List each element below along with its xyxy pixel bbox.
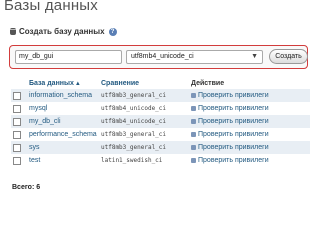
row-checkbox[interactable] bbox=[13, 130, 21, 139]
row-checkbox[interactable] bbox=[13, 156, 21, 165]
table-row: mysql utf8mb4_unicode_ci Проверить привиле… bbox=[11, 102, 310, 115]
privileges-icon bbox=[191, 118, 196, 124]
row-checkbox-cell bbox=[11, 141, 27, 154]
create-db-header: Создать базу данных ? bbox=[10, 27, 117, 36]
row-action[interactable]: Проверить привилеги bbox=[189, 154, 310, 167]
collation-text: utf8mb3_general_ci bbox=[101, 144, 167, 151]
collation-text: utf8mb4_unicode_ci bbox=[101, 105, 167, 112]
table-row: performance_schema utf8mb3_general_ci Пров… bbox=[11, 128, 310, 141]
db-name-link[interactable]: sys bbox=[29, 144, 40, 151]
db-name-link[interactable]: test bbox=[29, 157, 40, 164]
db-name-link[interactable]: my_db_cli bbox=[29, 118, 61, 125]
row-collation: utf8mb4_unicode_ci bbox=[99, 115, 189, 128]
column-header-name-label: База данных bbox=[29, 80, 74, 87]
row-db-name[interactable]: sys bbox=[27, 141, 99, 154]
select-column-header bbox=[11, 78, 27, 89]
row-collation: utf8mb3_general_ci bbox=[99, 128, 189, 141]
table-row: information_schema utf8mb3_general_ci Пров… bbox=[11, 89, 310, 102]
row-checkbox-cell bbox=[11, 115, 27, 128]
collation-text: utf8mb3_general_ci bbox=[101, 131, 167, 138]
row-action[interactable]: Проверить привилеги bbox=[189, 141, 310, 154]
privileges-icon bbox=[191, 105, 196, 111]
row-collation: utf8mb3_general_ci bbox=[99, 89, 189, 102]
total-count: Всего: 6 bbox=[12, 184, 41, 191]
collation-text: latin1_swedish_ci bbox=[101, 157, 163, 164]
row-db-name[interactable]: performance_schema bbox=[27, 128, 99, 141]
create-db-form: my_db_gui utf8mb4_unicode_ci ▼ Создать bbox=[9, 45, 308, 69]
sort-asc-icon: ▲ bbox=[74, 81, 81, 87]
row-db-name[interactable]: my_db_cli bbox=[27, 115, 99, 128]
table-header-row: База данных▲ Сравнение Действие bbox=[11, 78, 310, 89]
page-title: Базы данных bbox=[4, 0, 98, 14]
row-checkbox-cell bbox=[11, 154, 27, 167]
privileges-icon bbox=[191, 144, 196, 150]
db-name-link[interactable]: performance_schema bbox=[29, 131, 97, 138]
row-action[interactable]: Проверить привилеги bbox=[189, 115, 310, 128]
check-privileges-link[interactable]: Проверить привилеги bbox=[198, 118, 269, 125]
check-privileges-link[interactable]: Проверить привилеги bbox=[198, 92, 269, 99]
databases-page: Базы данных Создать базу данных ? my_db_… bbox=[0, 0, 320, 200]
row-db-name[interactable]: information_schema bbox=[27, 89, 99, 102]
table-row: test latin1_swedish_ci Проверить привилеги bbox=[11, 154, 310, 167]
privileges-icon bbox=[191, 92, 196, 98]
table-row: sys utf8mb3_general_ci Проверить привилеги bbox=[11, 141, 310, 154]
check-privileges-link[interactable]: Проверить привилеги bbox=[198, 144, 269, 151]
check-privileges-link[interactable]: Проверить привилеги bbox=[198, 105, 269, 112]
row-checkbox-cell bbox=[11, 89, 27, 102]
row-action[interactable]: Проверить привилеги bbox=[189, 89, 310, 102]
db-name-link[interactable]: information_schema bbox=[29, 92, 92, 99]
check-privileges-link[interactable]: Проверить привилеги bbox=[198, 157, 269, 164]
check-privileges-link[interactable]: Проверить привилеги bbox=[198, 131, 269, 138]
row-checkbox[interactable] bbox=[13, 91, 21, 100]
db-name-input[interactable]: my_db_gui bbox=[15, 50, 122, 64]
row-checkbox-cell bbox=[11, 128, 27, 141]
privileges-icon bbox=[191, 131, 196, 137]
database-icon bbox=[10, 28, 16, 35]
create-button[interactable]: Создать bbox=[269, 49, 308, 64]
row-checkbox[interactable] bbox=[13, 104, 21, 113]
row-db-name[interactable]: test bbox=[27, 154, 99, 167]
table-row: my_db_cli utf8mb4_unicode_ci Проверить при… bbox=[11, 115, 310, 128]
help-icon[interactable]: ? bbox=[108, 27, 117, 36]
privileges-icon bbox=[191, 157, 196, 163]
row-checkbox-cell bbox=[11, 102, 27, 115]
collation-text: utf8mb3_general_ci bbox=[101, 92, 167, 99]
collation-text: utf8mb4_unicode_ci bbox=[101, 118, 167, 125]
column-header-name[interactable]: База данных▲ bbox=[27, 78, 99, 89]
create-db-label: Создать базу данных bbox=[19, 27, 105, 36]
row-collation: latin1_swedish_ci bbox=[99, 154, 189, 167]
row-checkbox[interactable] bbox=[13, 143, 21, 152]
row-action[interactable]: Проверить привилеги bbox=[189, 102, 310, 115]
db-name-link[interactable]: mysql bbox=[29, 105, 47, 112]
row-checkbox[interactable] bbox=[13, 117, 21, 126]
row-collation: utf8mb4_unicode_ci bbox=[99, 102, 189, 115]
row-action[interactable]: Проверить привилеги bbox=[189, 128, 310, 141]
chevron-down-icon: ▼ bbox=[251, 53, 258, 60]
databases-table: База данных▲ Сравнение Действие informat… bbox=[11, 78, 310, 167]
column-header-collation[interactable]: Сравнение bbox=[99, 78, 189, 89]
row-db-name[interactable]: mysql bbox=[27, 102, 99, 115]
row-collation: utf8mb3_general_ci bbox=[99, 141, 189, 154]
column-header-action: Действие bbox=[189, 78, 310, 89]
collation-select[interactable]: utf8mb4_unicode_ci ▼ bbox=[126, 50, 263, 64]
collation-select-value: utf8mb4_unicode_ci bbox=[131, 53, 194, 60]
